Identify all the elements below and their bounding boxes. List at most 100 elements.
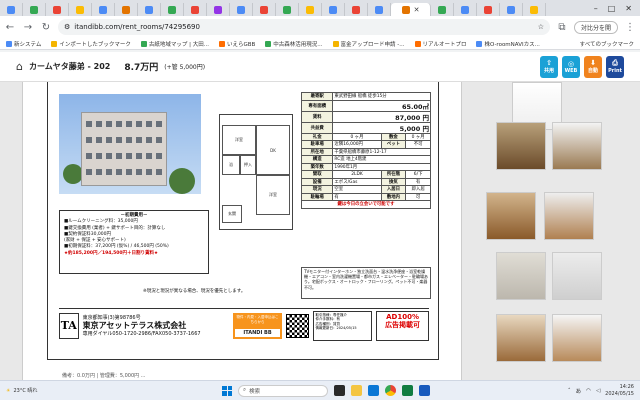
header-action-button[interactable]: ◎ WEB	[562, 55, 580, 78]
built-label: 築年数	[300, 162, 334, 171]
amenities-notes: TVモニター付インターホン・独立洗面台・温水洗浄便座・浴室乾燥機・エアコン・室内…	[301, 267, 431, 299]
property-spec-table: 最寄駅 東武野田線 船橋 徒歩15分 専有面積 65.00㎡ 賃料 87,000 円 …	[300, 92, 431, 209]
taskview-icon[interactable]	[334, 385, 345, 396]
profile-button[interactable]: 対比分を開	[573, 20, 618, 34]
weather-widget[interactable]: ☀ 23°C 晴れ	[6, 387, 37, 395]
browser-tab[interactable]	[299, 3, 322, 16]
back-icon[interactable]: ←	[4, 22, 16, 33]
bookmark-item[interactable]: 古紙地域マップ | 大田...	[140, 40, 209, 48]
rent-label: 賃料	[300, 110, 334, 123]
search-icon: ⌕	[243, 387, 247, 393]
menu-icon[interactable]: ⋮	[624, 22, 636, 33]
header-action-button[interactable]: ⎙ Print	[606, 55, 624, 78]
browser-tab[interactable]	[431, 3, 454, 16]
gallery-thumb[interactable]	[552, 252, 602, 300]
tab-favicon-icon	[122, 5, 130, 14]
parking-cell: 近隣16,000円	[332, 140, 382, 149]
bookmark-item[interactable]: 株O-roomNAVIカス...	[476, 40, 540, 48]
floor-plan[interactable]: 洋室 DK 浴 洋室 押入 玄関	[219, 114, 293, 230]
detail-cell: 換気	[380, 177, 407, 186]
bookmark-star-icon[interactable]: ☆	[538, 23, 544, 31]
tab-favicon-icon	[237, 5, 245, 14]
browser-tab[interactable]	[477, 3, 500, 16]
bookmark-favicon-icon	[414, 40, 421, 47]
browser-tab[interactable]: ✕	[391, 3, 431, 16]
layout-cell: 2LDK	[332, 170, 382, 179]
edge-icon[interactable]	[368, 385, 379, 396]
extensions-icon[interactable]: ⧉	[556, 22, 568, 33]
gallery-thumb[interactable]	[544, 192, 594, 240]
bookmark-favicon-icon	[476, 40, 483, 47]
address-bar[interactable]: ⚙ itandibb.com/rent_rooms/74295690 ☆	[58, 19, 550, 35]
bookmark-favicon-icon	[51, 40, 58, 47]
flyer-document: バルコニー 洋室 DK 浴 洋室 押入 玄関 －初期費用－ ■ルームクリーニング…	[22, 82, 462, 380]
bookmark-item[interactable]: インポートしたブックマーク	[51, 40, 131, 48]
minimize-icon[interactable]: –	[594, 4, 598, 13]
browser-tab[interactable]	[92, 3, 115, 16]
browser-tab[interactable]	[115, 3, 138, 16]
bookmark-item[interactable]: 新システム	[6, 40, 41, 48]
browser-tab[interactable]	[523, 3, 546, 16]
plan-room: 洋室	[222, 125, 256, 155]
browser-tab[interactable]	[207, 3, 230, 16]
header-action-button[interactable]: ⬇ 自動	[584, 55, 602, 78]
header-action-button[interactable]: ⇧ 共用	[540, 55, 558, 78]
clock[interactable]: 14:26 2024/05/15	[605, 384, 634, 398]
bookmark-item[interactable]: いえらGBB	[218, 40, 255, 48]
start-button[interactable]	[222, 385, 232, 396]
word-icon[interactable]	[419, 385, 430, 396]
gallery-thumb[interactable]	[496, 122, 546, 170]
browser-tab[interactable]	[454, 3, 477, 16]
tab-favicon-icon	[375, 5, 383, 14]
close-window-icon[interactable]: ✕	[625, 4, 632, 13]
taskbar-search[interactable]: ⌕ 検索	[238, 384, 328, 397]
gallery-thumb[interactable]	[496, 314, 546, 362]
browser-tab[interactable]	[46, 3, 69, 16]
wifi-icon[interactable]: ◠	[586, 388, 591, 394]
browser-tab[interactable]	[184, 3, 207, 16]
parking-cell: ペット	[380, 140, 407, 149]
browser-tab[interactable]	[322, 3, 345, 16]
gallery-thumb[interactable]	[552, 122, 602, 170]
browser-tab[interactable]	[253, 3, 276, 16]
ime-indicator[interactable]: あ	[576, 387, 582, 395]
tab-close-icon[interactable]: ✕	[414, 6, 420, 14]
browser-tab[interactable]	[230, 3, 253, 16]
bookmark-favicon-icon	[332, 40, 339, 47]
gallery-thumb[interactable]	[496, 252, 546, 300]
chevron-up-icon[interactable]: ˄	[568, 388, 571, 394]
browser-tab[interactable]	[276, 3, 299, 16]
volume-icon[interactable]: ◁	[596, 388, 600, 394]
site-info-icon[interactable]: ⚙	[64, 23, 70, 31]
browser-tab[interactable]	[368, 3, 391, 16]
browser-tab[interactable]	[345, 3, 368, 16]
chrome-icon[interactable]	[385, 385, 396, 396]
browser-tab[interactable]	[69, 3, 92, 16]
browser-tab[interactable]	[138, 3, 161, 16]
ad-title: AD100%	[386, 312, 419, 321]
gallery-thumb[interactable]	[552, 314, 602, 362]
browser-tab[interactable]	[161, 3, 184, 16]
parking-cell: 不可	[405, 140, 431, 149]
bookmark-item[interactable]: リアルオートプロ	[414, 40, 466, 48]
building-photo[interactable]	[59, 94, 201, 194]
header-action-label: 共用	[543, 68, 554, 74]
forward-icon[interactable]: →	[22, 22, 34, 33]
gallery-thumb[interactable]	[486, 192, 536, 240]
all-bookmarks-button[interactable]: すべてのブックマーク	[580, 40, 634, 48]
detail-cell: 空室	[332, 185, 382, 194]
bookmark-item[interactable]: 富金アップロード申請 -...	[332, 40, 405, 48]
fee-line: 情報更新日：2024/05/15	[315, 326, 357, 331]
itandi-banner[interactable]: 物件・内見・入居申込はこちらから ITANDI BB	[233, 312, 282, 339]
excel-icon[interactable]	[402, 385, 413, 396]
browser-tab[interactable]	[0, 3, 23, 16]
bookmark-label: 新システム	[14, 41, 42, 48]
explorer-icon[interactable]	[351, 385, 362, 396]
home-icon[interactable]: ⌂	[16, 60, 23, 73]
maximize-icon[interactable]: □	[608, 4, 616, 13]
bookmark-favicon-icon	[218, 40, 225, 47]
bookmark-item[interactable]: 中古森林活用現況...	[265, 40, 323, 48]
browser-tab[interactable]	[23, 3, 46, 16]
browser-tab[interactable]	[500, 3, 523, 16]
reload-icon[interactable]: ↻	[40, 22, 52, 33]
